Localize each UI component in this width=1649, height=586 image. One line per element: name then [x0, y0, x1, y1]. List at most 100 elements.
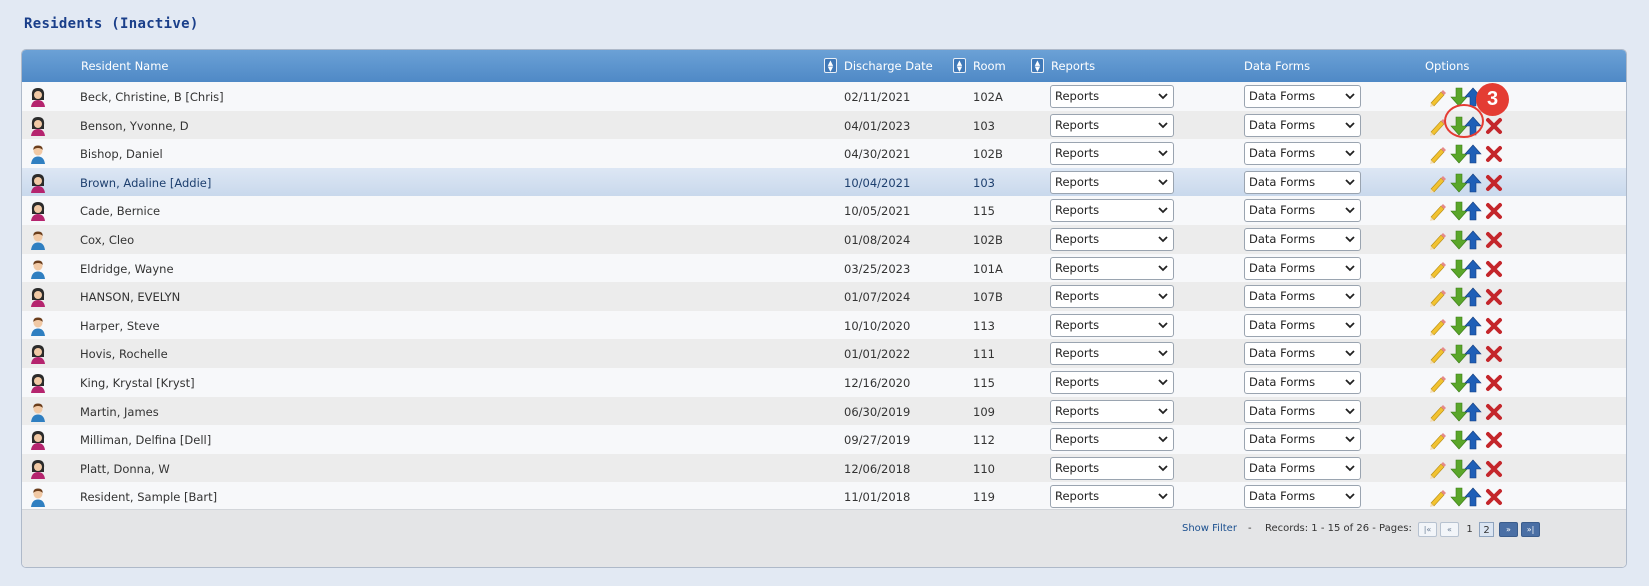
last-page-button[interactable]: »|	[1521, 522, 1540, 537]
reports-select[interactable]: Reports	[1050, 485, 1174, 509]
up-arrow-icon[interactable]	[1464, 173, 1482, 193]
delete-x-icon[interactable]	[1485, 173, 1503, 193]
data-forms-select[interactable]: Data Forms	[1244, 285, 1361, 309]
data-forms-select[interactable]: Data Forms	[1244, 113, 1361, 137]
resident-name[interactable]: Milliman, Delfina [Dell]	[80, 425, 211, 455]
delete-x-icon[interactable]	[1485, 116, 1503, 136]
delete-x-icon[interactable]	[1485, 402, 1503, 422]
delete-x-icon[interactable]	[1485, 344, 1503, 364]
reports-select[interactable]: Reports	[1050, 428, 1174, 452]
pencil-icon[interactable]	[1428, 430, 1446, 451]
reports-select[interactable]: Reports	[1050, 170, 1174, 194]
delete-x-icon[interactable]	[1485, 144, 1503, 164]
resident-name[interactable]: King, Krystal [Kryst]	[80, 368, 195, 398]
pencil-icon[interactable]	[1428, 316, 1446, 336]
page-link-1[interactable]: 1	[1462, 522, 1477, 537]
table-row[interactable]: Beck, Christine, B [Chris] 02/11/2021 10…	[22, 82, 1626, 112]
data-forms-select[interactable]: Data Forms	[1244, 342, 1361, 366]
col-discharge-date[interactable]: Discharge Date	[844, 50, 933, 82]
pencil-icon[interactable]	[1428, 259, 1446, 279]
resident-name[interactable]: Brown, Adaline [Addie]	[80, 168, 211, 198]
table-row[interactable]: Eldridge, Wayne 03/25/2023 101A Reports …	[22, 253, 1626, 284]
reports-select[interactable]: Reports	[1050, 313, 1174, 337]
resident-name[interactable]: HANSON, EVELYN	[80, 282, 180, 312]
pencil-icon[interactable]	[1428, 87, 1446, 107]
table-row[interactable]: Harper, Steve 10/10/2020 113 Reports Dat…	[22, 310, 1626, 341]
table-row[interactable]: Platt, Donna, W 12/06/2018 110 Reports D…	[22, 453, 1626, 484]
resident-name[interactable]: Platt, Donna, W	[80, 454, 170, 484]
table-row[interactable]: Milliman, Delfina [Dell] 09/27/2019 112 …	[22, 425, 1626, 456]
delete-x-icon[interactable]	[1485, 316, 1503, 336]
data-forms-select[interactable]: Data Forms	[1244, 256, 1361, 280]
up-arrow-icon[interactable]	[1464, 373, 1482, 393]
up-arrow-icon[interactable]	[1464, 344, 1482, 364]
up-arrow-icon[interactable]	[1464, 230, 1482, 250]
delete-x-icon[interactable]	[1485, 459, 1503, 479]
table-row[interactable]: Cox, Cleo 01/08/2024 102B Reports Data F…	[22, 225, 1626, 255]
pencil-icon[interactable]	[1428, 173, 1446, 193]
data-forms-select[interactable]: Data Forms	[1244, 313, 1361, 337]
resident-name[interactable]: Beck, Christine, B [Chris]	[80, 82, 224, 112]
delete-x-icon[interactable]	[1485, 259, 1503, 279]
data-forms-select[interactable]: Data Forms	[1244, 142, 1361, 166]
table-row[interactable]: Martin, James 06/30/2019 109 Reports Dat…	[22, 396, 1626, 427]
up-arrow-icon[interactable]	[1464, 259, 1482, 279]
up-arrow-icon[interactable]	[1464, 144, 1482, 164]
first-page-button[interactable]: |«	[1418, 522, 1437, 537]
resident-name[interactable]: Harper, Steve	[80, 311, 160, 341]
pencil-icon[interactable]	[1428, 373, 1446, 393]
data-forms-select[interactable]: Data Forms	[1244, 170, 1361, 194]
pencil-icon[interactable]	[1428, 344, 1446, 365]
reports-select[interactable]: Reports	[1050, 342, 1174, 366]
table-row[interactable]: Bishop, Daniel 04/30/2021 102B Reports D…	[22, 139, 1626, 170]
data-forms-select[interactable]: Data Forms	[1244, 428, 1361, 452]
pencil-icon[interactable]	[1428, 230, 1446, 250]
pencil-icon[interactable]	[1428, 144, 1446, 165]
delete-x-icon[interactable]	[1485, 201, 1503, 221]
show-filter-link[interactable]: Show Filter	[1182, 521, 1237, 537]
table-row[interactable]: Cade, Bernice 10/05/2021 115 Reports Dat…	[22, 196, 1626, 227]
col-resident-name[interactable]: Resident Name	[81, 50, 169, 82]
pencil-icon[interactable]	[1428, 201, 1446, 222]
resident-name[interactable]: Hovis, Rochelle	[80, 339, 168, 369]
page-link-2[interactable]: 2	[1479, 522, 1494, 537]
up-arrow-icon[interactable]	[1464, 430, 1482, 450]
reports-select[interactable]: Reports	[1050, 399, 1174, 423]
table-row[interactable]: Hovis, Rochelle 01/01/2022 111 Reports D…	[22, 339, 1626, 370]
table-row[interactable]: Resident, Sample [Bart] 11/01/2018 119 R…	[22, 482, 1626, 513]
sort-icon[interactable]: ▲ ▼	[953, 58, 966, 73]
delete-x-icon[interactable]	[1485, 487, 1503, 507]
resident-name[interactable]: Bishop, Daniel	[80, 139, 163, 169]
up-arrow-icon[interactable]	[1464, 287, 1482, 307]
up-arrow-icon[interactable]	[1464, 459, 1482, 479]
pencil-icon[interactable]	[1428, 402, 1446, 422]
resident-name[interactable]: Resident, Sample [Bart]	[80, 482, 217, 512]
data-forms-select[interactable]: Data Forms	[1244, 485, 1361, 509]
reports-select[interactable]: Reports	[1050, 199, 1174, 223]
data-forms-select[interactable]: Data Forms	[1244, 199, 1361, 223]
resident-name[interactable]: Cox, Cleo	[80, 225, 134, 255]
reports-select[interactable]: Reports	[1050, 228, 1174, 251]
prev-page-button[interactable]: «	[1440, 522, 1459, 537]
reports-select[interactable]: Reports	[1050, 113, 1174, 137]
pencil-icon[interactable]	[1428, 459, 1446, 479]
data-forms-select[interactable]: Data Forms	[1244, 228, 1361, 251]
delete-x-icon[interactable]	[1485, 287, 1503, 307]
sort-icon[interactable]: ▲ ▼	[824, 58, 837, 73]
resident-name[interactable]: Martin, James	[80, 397, 159, 427]
table-row[interactable]: Benson, Yvonne, D 04/01/2023 103 Reports…	[22, 110, 1626, 141]
reports-select[interactable]: Reports	[1050, 456, 1174, 480]
next-page-button[interactable]: »	[1499, 522, 1518, 537]
delete-x-icon[interactable]	[1485, 373, 1503, 393]
data-forms-select[interactable]: Data Forms	[1244, 371, 1361, 394]
data-forms-select[interactable]: Data Forms	[1244, 399, 1361, 423]
up-arrow-icon[interactable]	[1464, 316, 1482, 336]
table-row[interactable]: Brown, Adaline [Addie] 10/04/2021 103 Re…	[22, 167, 1626, 198]
resident-name[interactable]: Cade, Bernice	[80, 196, 160, 226]
delete-x-icon[interactable]	[1485, 430, 1503, 450]
delete-x-icon[interactable]	[1485, 230, 1503, 250]
table-row[interactable]: King, Krystal [Kryst] 12/16/2020 115 Rep…	[22, 368, 1626, 398]
reports-select[interactable]: Reports	[1050, 371, 1174, 394]
up-arrow-icon[interactable]	[1464, 487, 1482, 507]
table-row[interactable]: HANSON, EVELYN 01/07/2024 107B Reports D…	[22, 282, 1626, 313]
